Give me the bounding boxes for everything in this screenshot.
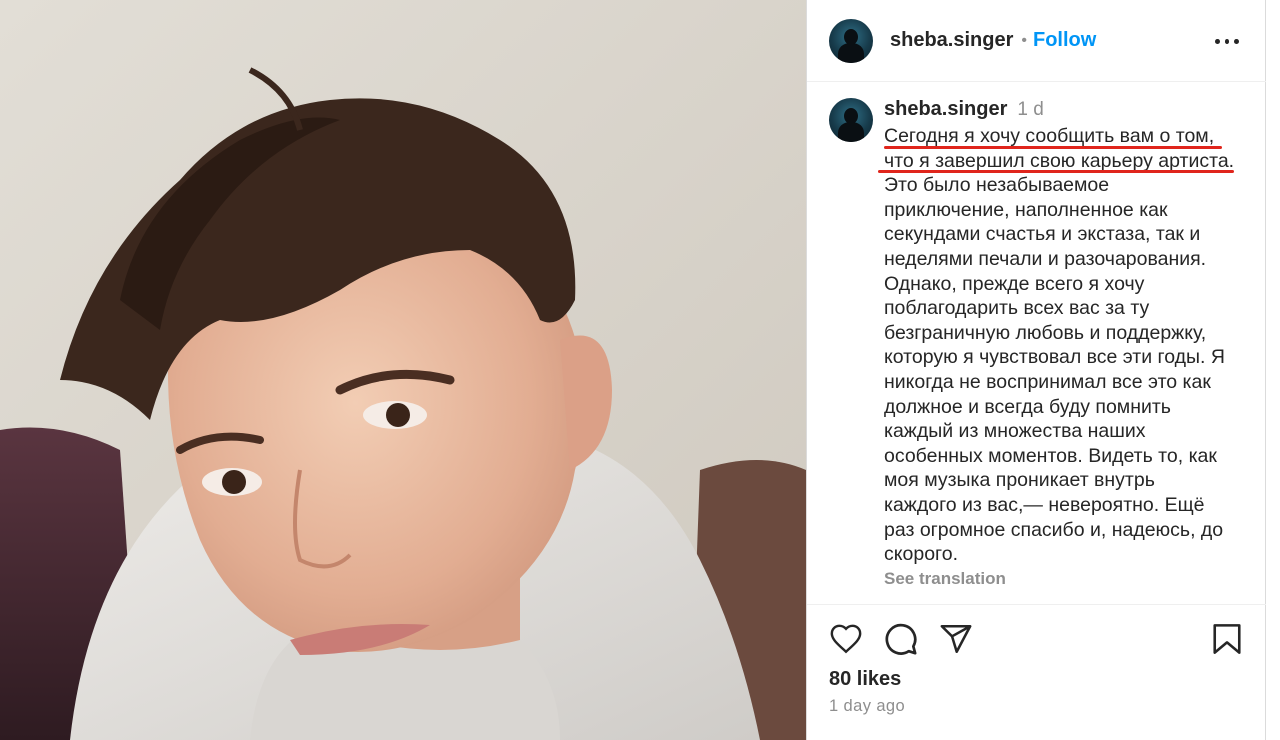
caption-line: которую я чувствовал все эти годы. Я [884, 346, 1225, 369]
post-photo [0, 0, 806, 740]
caption-line: секундами счастья и экстаза, так и [884, 223, 1201, 246]
comment-icon[interactable] [884, 622, 918, 661]
caption-line: Это было незабываемое [884, 174, 1110, 197]
caption-line: неделями печали и разочарования. [884, 247, 1207, 270]
separator-dot: • [1021, 31, 1027, 49]
caption-line: раз огромное спасибо и, надеюсь, до [884, 518, 1224, 541]
caption-line: поблагодарить всех вас за ту [884, 297, 1150, 320]
caption-line: приключение, наполненное как [884, 198, 1168, 221]
caption-line: скорого. [884, 543, 958, 566]
caption-line: каждый из множества наших [884, 420, 1146, 443]
caption-line: моя музыка проникает внутрь [884, 469, 1155, 492]
bookmark-icon[interactable] [1212, 622, 1242, 661]
likes-count[interactable]: 80 likes [829, 668, 901, 691]
caption-line: особенных моментов. Видеть то, как [884, 444, 1217, 467]
caption-line: безграничную любовь и поддержку, [884, 321, 1207, 344]
author-avatar[interactable] [829, 18, 873, 63]
caption-line: никогда не воспринимал все это как [884, 370, 1211, 393]
caption-time[interactable]: 1 d [1017, 99, 1043, 121]
window-edge [1266, 0, 1280, 740]
caption-avatar[interactable] [829, 98, 873, 142]
post-sidebar: sheba.singer • Follow sheba.singer 1 d С… [806, 0, 1267, 740]
caption-line: должное и всегда буду помнить [884, 395, 1171, 418]
caption-line: Однако, прежде всего я хочу [884, 272, 1145, 295]
highlight-underline [884, 146, 1222, 149]
post-header: sheba.singer • Follow [807, 0, 1267, 82]
follow-button[interactable]: Follow [1033, 29, 1096, 52]
divider [807, 604, 1267, 605]
caption-username[interactable]: sheba.singer [884, 98, 1007, 121]
caption-text: Сегодня я хочу сообщить вам о том, что я … [884, 124, 1254, 567]
more-options-icon[interactable] [1215, 33, 1240, 49]
selfie-image [0, 0, 806, 740]
see-translation-link[interactable]: See translation [884, 569, 1254, 589]
heart-icon[interactable] [829, 622, 863, 661]
post-date[interactable]: 1 day ago [829, 697, 905, 716]
highlight-underline [878, 170, 1234, 173]
caption-line: каждого из вас,— невероятно. Ещё [884, 493, 1205, 516]
caption-line: Сегодня я хочу сообщить вам о том, [884, 125, 1215, 147]
author-username[interactable]: sheba.singer [890, 29, 1013, 52]
share-icon[interactable] [939, 622, 973, 661]
